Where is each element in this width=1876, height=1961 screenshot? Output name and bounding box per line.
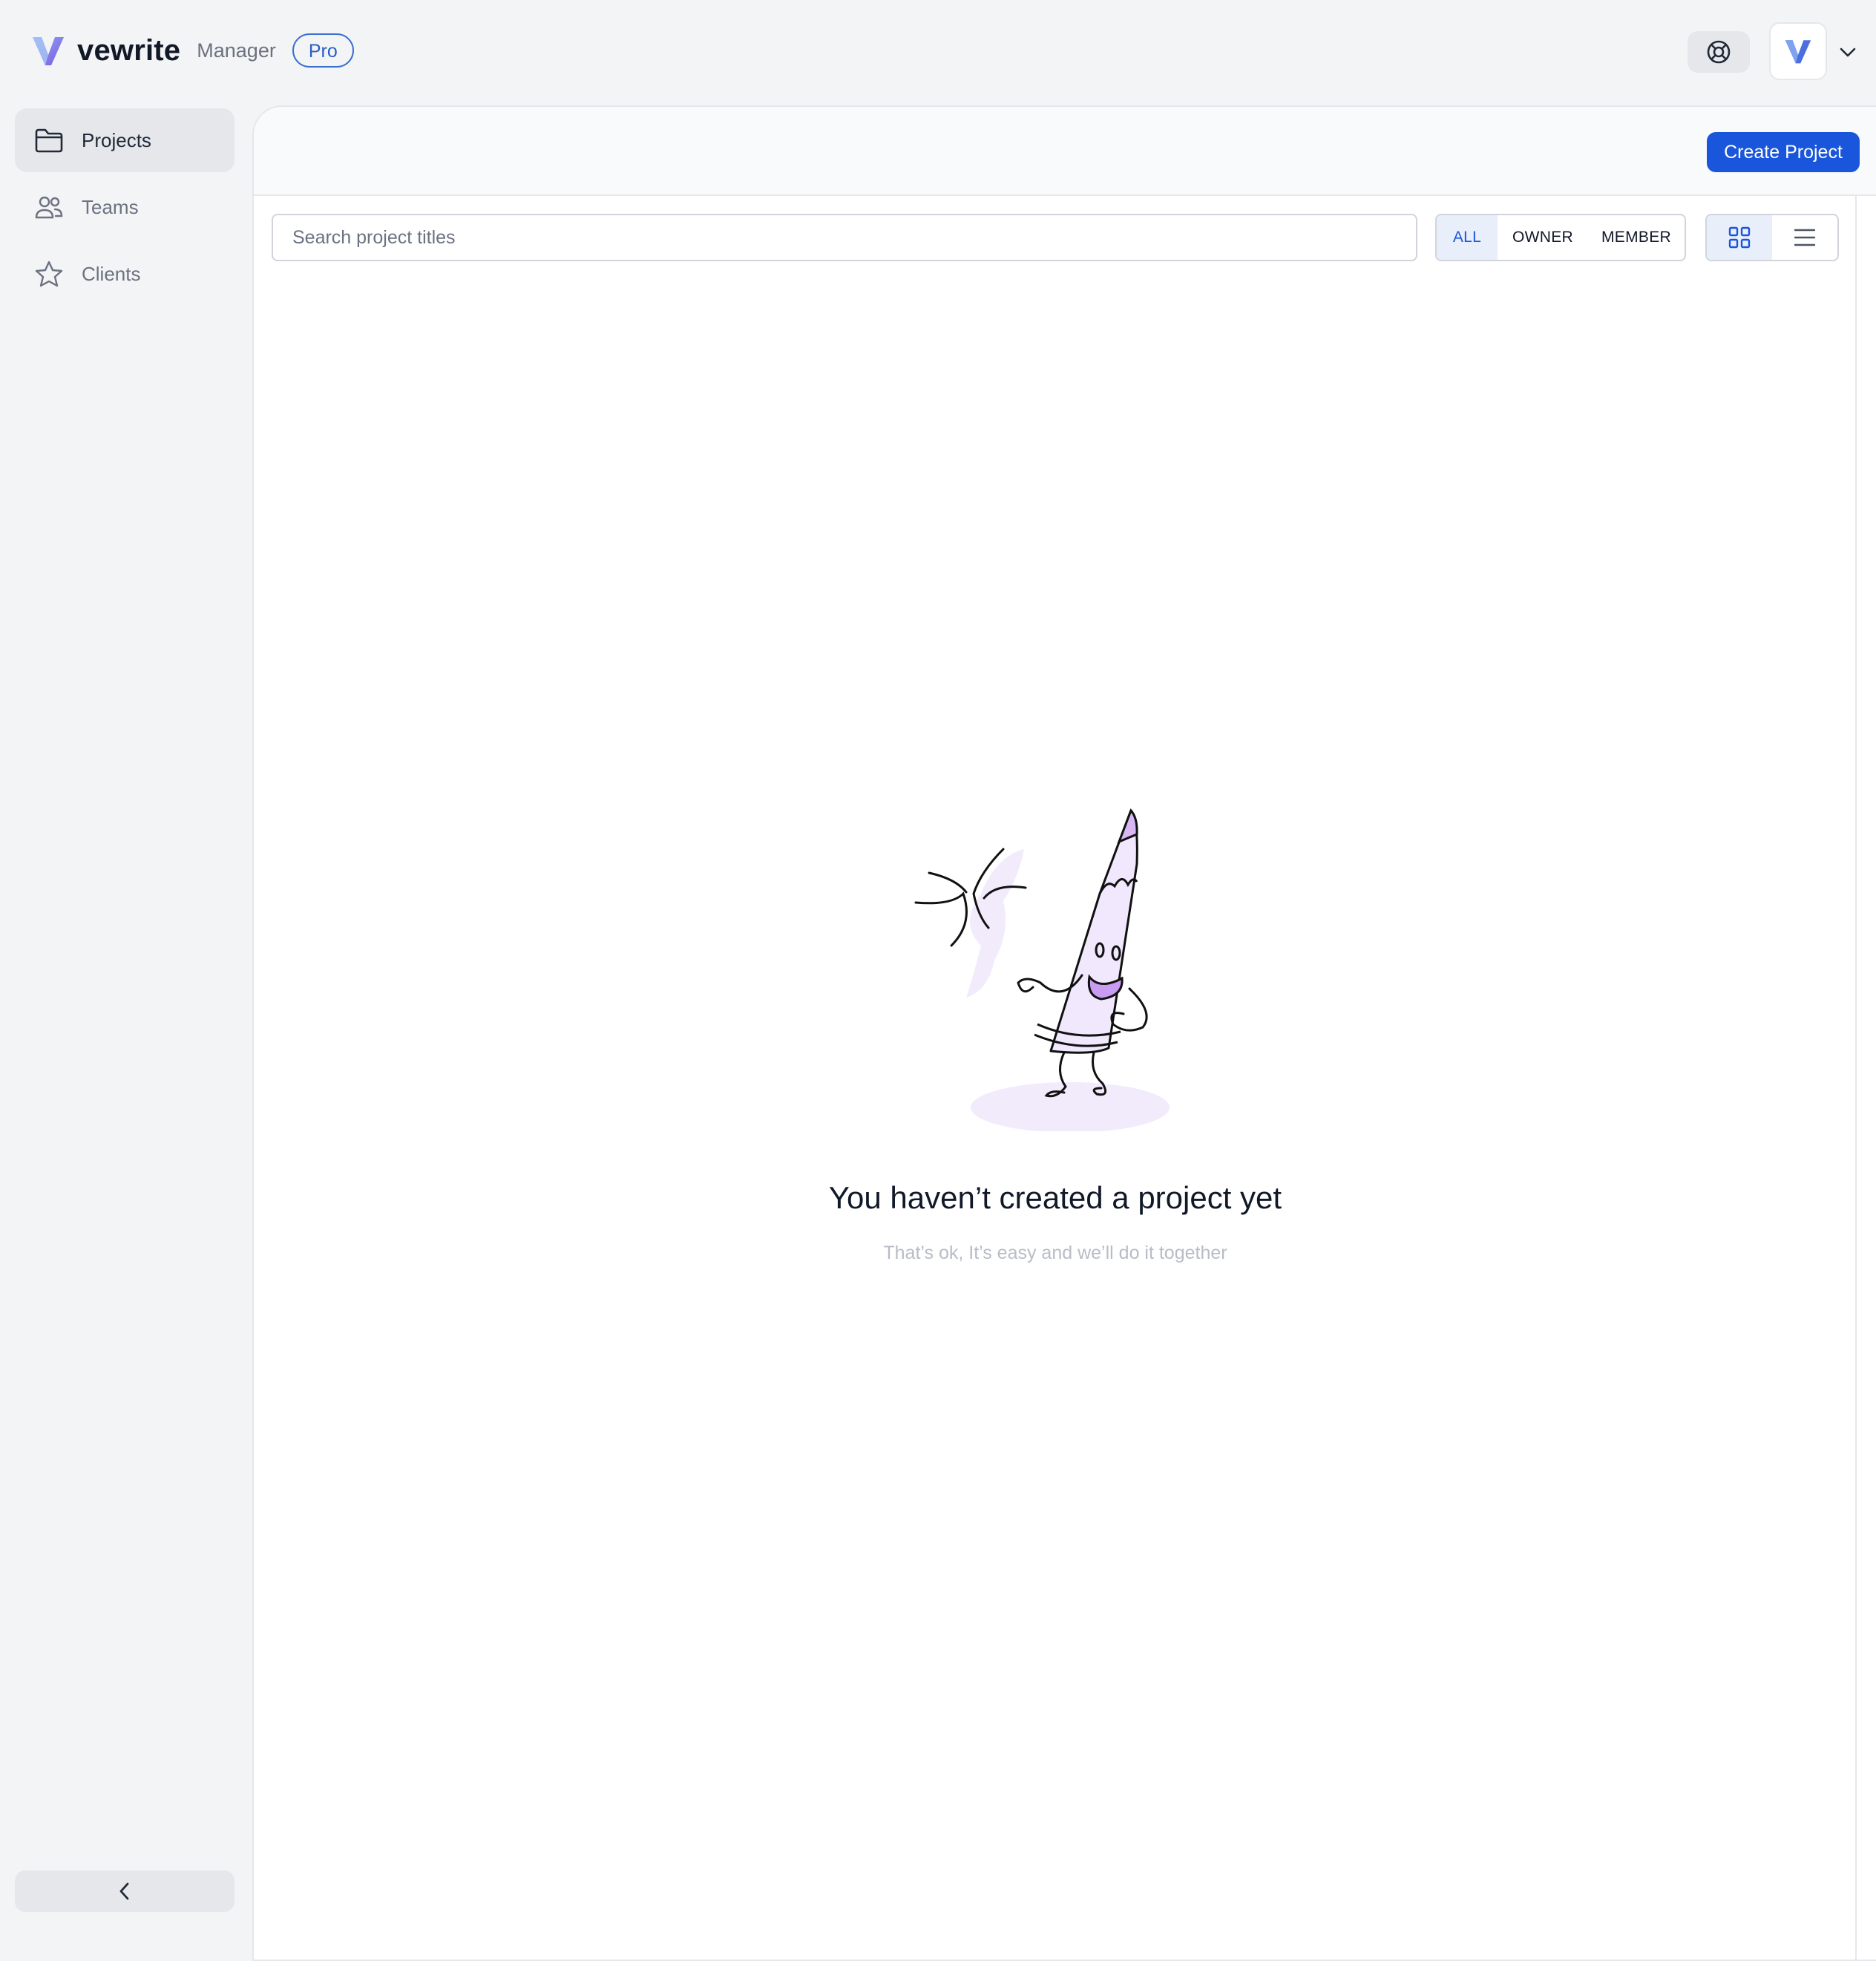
star-icon bbox=[34, 259, 64, 289]
users-icon bbox=[34, 192, 64, 222]
brand[interactable]: vewrite Manager Pro bbox=[31, 33, 354, 68]
panel-header: Create Project bbox=[254, 107, 1876, 196]
filter-member-button[interactable]: MEMBER bbox=[1588, 215, 1685, 260]
vewrite-logo-icon bbox=[1785, 40, 1811, 64]
sidebar-item-projects[interactable]: Projects bbox=[15, 108, 234, 172]
folder-icon bbox=[34, 125, 64, 155]
grid-view-icon bbox=[1728, 226, 1751, 249]
sidebar-item-label: Clients bbox=[82, 262, 141, 285]
create-project-button[interactable]: Create Project bbox=[1707, 132, 1860, 172]
list-view-icon bbox=[1794, 229, 1816, 246]
ownership-filter: ALL OWNER MEMBER bbox=[1435, 214, 1686, 261]
waving-pencil-illustration bbox=[914, 808, 1170, 1131]
sidebar-item-label: Teams bbox=[82, 195, 139, 218]
view-toggle bbox=[1705, 214, 1839, 261]
sidebar-item-clients[interactable]: Clients bbox=[15, 242, 234, 306]
account-avatar-button[interactable] bbox=[1769, 22, 1827, 80]
chevron-down-icon[interactable] bbox=[1837, 42, 1858, 62]
vewrite-logo-icon bbox=[33, 37, 64, 65]
chevron-left-icon bbox=[119, 1882, 129, 1900]
panel-divider bbox=[1855, 196, 1857, 1960]
filter-all-button[interactable]: ALL bbox=[1437, 215, 1498, 260]
help-button[interactable] bbox=[1688, 31, 1750, 73]
plan-badge: Pro bbox=[292, 33, 354, 68]
sidebar-item-teams[interactable]: Teams bbox=[15, 175, 234, 239]
empty-state-title: You haven’t created a project yet bbox=[828, 1180, 1282, 1215]
empty-state-subtitle: That’s ok, It’s easy and we’ll do it tog… bbox=[883, 1243, 1227, 1263]
main-panel: Create Project ALL OWNER MEMBER bbox=[252, 105, 1876, 1961]
filter-owner-button[interactable]: OWNER bbox=[1498, 215, 1588, 260]
brand-name: vewrite bbox=[77, 33, 181, 67]
list-view-button[interactable] bbox=[1772, 215, 1837, 260]
collapse-sidebar-button[interactable] bbox=[15, 1870, 234, 1912]
top-bar: vewrite Manager Pro bbox=[0, 0, 1876, 104]
lifebuoy-icon bbox=[1707, 40, 1731, 64]
search-input[interactable] bbox=[291, 226, 1416, 249]
search-box[interactable] bbox=[272, 214, 1417, 261]
role-label: Manager bbox=[197, 39, 276, 62]
grid-view-button[interactable] bbox=[1707, 215, 1772, 260]
sidebar-item-label: Projects bbox=[82, 128, 151, 151]
